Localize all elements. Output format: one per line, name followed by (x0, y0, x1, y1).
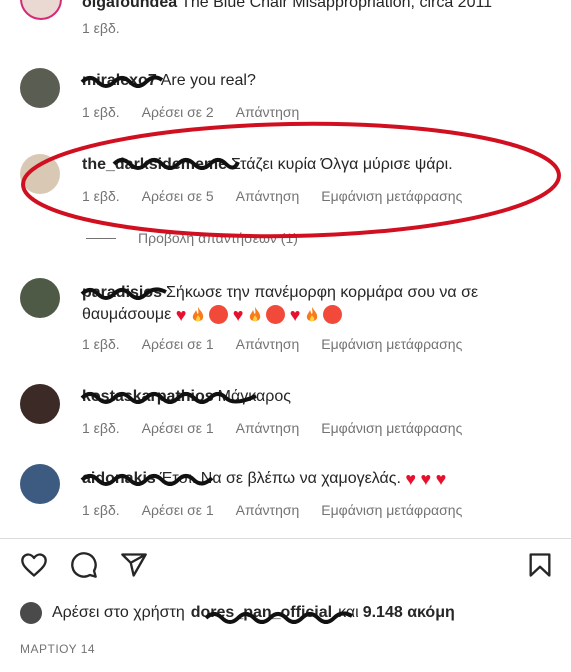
heart-eyes-emoji (323, 305, 343, 325)
comment-text: aidonakis Έτσι. Να σε βλέπω να χαμογελάς.… (82, 468, 447, 489)
annotation-ellipse (21, 121, 561, 239)
show-translation-button[interactable]: Εμφάνιση μετάφρασης (321, 336, 462, 352)
reply-button[interactable]: Απάντηση (236, 420, 300, 436)
likes-count-button[interactable]: Αρέσει σε 1 (142, 420, 214, 436)
comment-time: 1 εβδ. (82, 420, 120, 436)
username[interactable]: miralexo7 (82, 72, 157, 89)
show-translation-button[interactable]: Εμφάνιση μετάφρασης (321, 420, 462, 436)
comment-meta: 1 εβδ. Αρέσει σε 1 Απάντηση Εμφάνιση μετ… (82, 336, 462, 352)
avatar[interactable] (20, 278, 60, 318)
comment-icon[interactable] (70, 551, 98, 579)
liker-username[interactable]: dores_pan_official (191, 604, 332, 622)
heart-icon[interactable] (20, 551, 48, 579)
reply-button[interactable]: Απάντηση (236, 336, 300, 352)
heart-emoji: ♥ (289, 304, 301, 325)
avatar[interactable] (20, 464, 60, 504)
comment-meta: 1 εβδ. Αρέσει σε 1 Απάντηση Εμφάνιση μετ… (82, 502, 462, 518)
heart-emoji: ♥ (175, 304, 187, 325)
post-date: ΜΑΡΤΙΟΥ 14 (20, 642, 96, 656)
comment-text: paradisios Σήκωσε την πανέμορφη κορμάρα σ… (82, 284, 479, 325)
comment-text: miralexo7 Are you real? (82, 72, 256, 89)
divider (0, 538, 571, 539)
comment-time: 1 εβδ. (82, 20, 120, 36)
heart-eyes-emoji (266, 305, 286, 325)
username[interactable]: kostaskarpathios (82, 388, 214, 405)
likes-count-button[interactable]: Αρέσει σε 1 (142, 336, 214, 352)
comment-meta: 1 εβδ. (82, 20, 120, 36)
fire-emoji (306, 306, 318, 322)
likes-summary: Αρέσει στο χρήστη dores_pan_official και… (20, 602, 455, 624)
likes-count-button[interactable]: Αρέσει σε 1 (142, 502, 214, 518)
likes-prefix: Αρέσει στο χρήστη (52, 604, 185, 621)
comment-text: olgafoundea The Blue Chair Misappropriati… (82, 0, 551, 14)
username[interactable]: aidonakis (82, 470, 156, 487)
emoji-row: ♥ ♥ ♥ (175, 304, 343, 325)
heart-eyes-emoji (209, 305, 229, 325)
avatar[interactable] (20, 68, 60, 108)
likes-middle: και (338, 604, 359, 621)
fire-emoji (192, 306, 204, 322)
comment-meta: 1 εβδ. Αρέσει σε 1 Απάντηση Εμφάνιση μετ… (82, 420, 462, 436)
avatar[interactable] (20, 384, 60, 424)
comment-text: kostaskarpathios Μάγκαρος (82, 388, 291, 405)
bookmark-icon[interactable] (526, 551, 554, 579)
avatar[interactable] (20, 0, 62, 20)
comment-time: 1 εβδ. (82, 336, 120, 352)
username[interactable]: paradisios (82, 284, 162, 301)
heart-emoji: ♥ (435, 468, 447, 489)
heart-emoji: ♥ (420, 468, 432, 489)
comment-time: 1 εβδ. (82, 502, 120, 518)
show-translation-button[interactable]: Εμφάνιση μετάφρασης (321, 502, 462, 518)
likes-count[interactable]: 9.148 ακόμη (363, 604, 455, 622)
fire-emoji (249, 306, 261, 322)
heart-emoji: ♥ (232, 304, 244, 325)
share-icon[interactable] (120, 551, 148, 579)
reply-button[interactable]: Απάντηση (236, 502, 300, 518)
avatar[interactable] (20, 602, 42, 624)
heart-emoji: ♥ (405, 468, 417, 489)
username[interactable]: olgafoundea (82, 0, 177, 11)
